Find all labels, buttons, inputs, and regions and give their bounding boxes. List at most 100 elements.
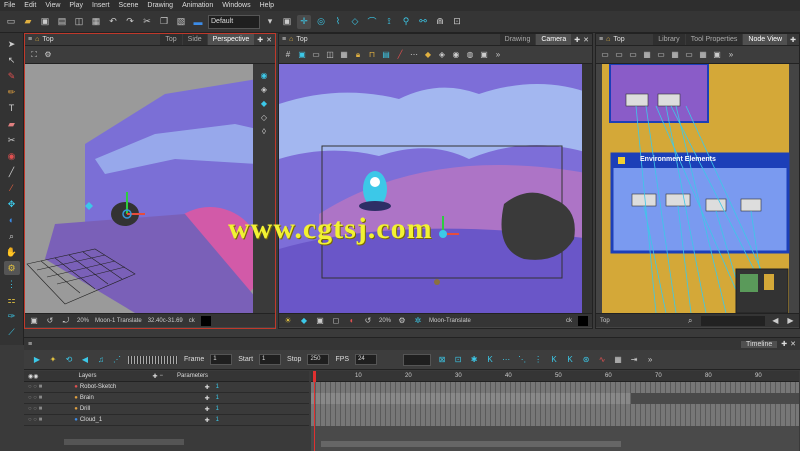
layer-name[interactable]: Cloud_1 bbox=[80, 417, 102, 423]
layer-param[interactable]: 1 bbox=[216, 395, 219, 401]
breadcrumb-top[interactable]: Top bbox=[600, 318, 610, 324]
menu-animation[interactable]: Animation bbox=[182, 2, 213, 9]
arrange-icon[interactable]: ⛶ bbox=[29, 50, 39, 60]
frame-track[interactable] bbox=[311, 404, 799, 415]
motion-icon[interactable]: ⋱ bbox=[517, 355, 527, 365]
visibility-toggle-icon[interactable]: ◉◉ bbox=[28, 373, 38, 380]
key-prev-icon[interactable]: K bbox=[549, 355, 559, 365]
start-field[interactable]: 1 bbox=[259, 354, 282, 365]
grid-icon[interactable]: # bbox=[283, 50, 293, 60]
layer-name[interactable]: Robot-Sketch bbox=[80, 384, 116, 390]
tab-library[interactable]: Library bbox=[653, 34, 685, 45]
zoom-level[interactable]: 20% bbox=[77, 318, 89, 324]
camera-tool-icon[interactable]: ⚏ bbox=[4, 293, 20, 307]
node-tool-2-icon[interactable]: ▭ bbox=[614, 50, 624, 60]
paint-tool-icon[interactable]: ◉ bbox=[4, 149, 20, 163]
stop-motion-icon[interactable]: ⋮ bbox=[533, 355, 543, 365]
add-panel-icon[interactable]: ✚ bbox=[574, 36, 580, 44]
stroke-tool-icon[interactable]: ╱ bbox=[4, 165, 20, 179]
add-panel-icon[interactable]: ✚ bbox=[781, 340, 787, 348]
select-tool-icon[interactable]: ➤ bbox=[4, 37, 20, 51]
layer-row[interactable]: ○ ○ ■ ● Cloud_1 ✚ 1 bbox=[24, 415, 309, 426]
brush-tool-icon[interactable]: ✎ bbox=[4, 69, 20, 83]
node-tool-9-icon[interactable]: ▣ bbox=[712, 50, 722, 60]
morph-tool-icon[interactable]: ✥ bbox=[4, 197, 20, 211]
node-tool-4-icon[interactable]: ▦ bbox=[642, 50, 652, 60]
frame-track[interactable] bbox=[311, 382, 799, 393]
magnet-icon[interactable]: ⋒ bbox=[433, 15, 447, 29]
redo-icon[interactable]: ↷ bbox=[123, 15, 137, 29]
gear-icon[interactable]: ⚙ bbox=[397, 316, 407, 326]
close-panel-icon[interactable]: ✕ bbox=[790, 340, 796, 348]
deform-icon[interactable]: ◇ bbox=[348, 15, 362, 29]
frames-area[interactable]: 10 20 30 40 50 60 70 80 90 bbox=[311, 371, 799, 451]
ease-icon[interactable]: ⋯ bbox=[501, 355, 511, 365]
frame-icon[interactable]: ▣ bbox=[315, 316, 325, 326]
more-icon[interactable]: » bbox=[645, 355, 655, 365]
add-param-icon[interactable]: ✚ bbox=[205, 384, 210, 391]
transform-icon[interactable]: ✛ bbox=[297, 14, 311, 29]
tab-drawing[interactable]: Drawing bbox=[499, 34, 536, 45]
more-icon[interactable]: » bbox=[493, 50, 503, 60]
remove-layer-icon[interactable]: − bbox=[160, 373, 164, 379]
node-viewport[interactable]: Environment Elements bbox=[596, 64, 799, 313]
stack-icon[interactable]: ◆ bbox=[259, 98, 269, 108]
stop-sound-icon[interactable]: ◀ bbox=[80, 355, 90, 365]
zoom-in-icon[interactable]: ▶ bbox=[786, 316, 795, 326]
onion-icon[interactable]: ◆ bbox=[299, 316, 309, 326]
menu-edit[interactable]: Edit bbox=[24, 2, 36, 9]
extend-icon[interactable]: ⇥ bbox=[629, 355, 639, 365]
shading-alt-icon[interactable]: ◍ bbox=[465, 50, 475, 60]
preset-dropdown-icon[interactable]: ▾ bbox=[263, 15, 277, 29]
eyedropper-tool-icon[interactable]: ⟋ bbox=[4, 325, 20, 339]
camera-scrollbar[interactable] bbox=[582, 64, 592, 313]
layer-toggles-icon[interactable]: ○ ○ ■ bbox=[28, 384, 42, 390]
stack-alt-icon[interactable]: ◇ bbox=[259, 112, 269, 122]
tab-side[interactable]: Side bbox=[182, 34, 207, 45]
camera-viewport[interactable] bbox=[279, 64, 592, 313]
dropper-tool-icon[interactable]: ⁄ bbox=[4, 181, 20, 195]
text-tool-icon[interactable]: T bbox=[4, 101, 20, 115]
render-alt-icon[interactable]: ◈ bbox=[437, 50, 447, 60]
cut-icon[interactable]: ✂ bbox=[140, 15, 154, 29]
layer-param[interactable]: 1 bbox=[216, 384, 219, 390]
panel-menu-icon[interactable]: ≡ bbox=[28, 341, 32, 348]
home-icon[interactable]: ⌂ bbox=[35, 36, 39, 43]
kinematic-icon[interactable]: ⚯ bbox=[416, 15, 430, 29]
scene-icon[interactable]: ▬ bbox=[191, 15, 205, 29]
tab-tool-properties[interactable]: Tool Properties bbox=[685, 34, 743, 45]
timeline-title[interactable]: Timeline bbox=[741, 340, 778, 348]
playback-speed-slider[interactable] bbox=[128, 355, 178, 364]
dots-icon[interactable]: ⋯ bbox=[409, 50, 419, 60]
preset-save-icon[interactable]: ▣ bbox=[280, 15, 294, 29]
menu-play[interactable]: Play bbox=[69, 2, 83, 9]
node-tool-3-icon[interactable]: ▭ bbox=[628, 50, 638, 60]
paste-icon[interactable]: ▧ bbox=[174, 15, 188, 29]
zoom-level[interactable]: 20% bbox=[379, 318, 391, 324]
lock-alt-icon[interactable]: ⊓ bbox=[367, 50, 377, 60]
light-bulb-icon[interactable]: ☀ bbox=[283, 316, 293, 326]
keyframe-remove-icon[interactable]: ⊡ bbox=[453, 355, 463, 365]
contour-tool-icon[interactable]: ↖ bbox=[4, 53, 20, 67]
menu-scene[interactable]: Scene bbox=[119, 2, 139, 9]
menu-windows[interactable]: Windows bbox=[222, 2, 250, 9]
save-as-icon[interactable]: ▤ bbox=[55, 15, 69, 29]
stop-field[interactable]: 250 bbox=[307, 354, 330, 365]
reset-view-icon[interactable]: ↺ bbox=[45, 316, 55, 326]
speed-icon[interactable]: ⋰ bbox=[112, 355, 122, 365]
curve-icon[interactable]: ⌒ bbox=[365, 15, 379, 29]
color-swatch[interactable] bbox=[200, 315, 211, 326]
copy-icon[interactable]: ❐ bbox=[157, 15, 171, 29]
import-icon[interactable]: ◫ bbox=[72, 15, 86, 29]
node-tool-7-icon[interactable]: ▭ bbox=[684, 50, 694, 60]
save-icon[interactable]: ▣ bbox=[38, 15, 52, 29]
motion-path-icon[interactable]: ⌇ bbox=[331, 15, 345, 29]
reset-rotate-icon[interactable]: ⤾ bbox=[61, 316, 71, 326]
menu-insert[interactable]: Insert bbox=[92, 2, 110, 9]
key-next-icon[interactable]: K bbox=[565, 355, 575, 365]
node-search-input[interactable] bbox=[700, 315, 765, 326]
panel-menu-icon[interactable]: ≡ bbox=[282, 36, 286, 43]
panel-menu-icon[interactable]: ≡ bbox=[28, 36, 32, 43]
layer-toggles-icon[interactable]: ○ ○ ■ bbox=[28, 395, 42, 401]
layer-row[interactable]: ○ ○ ■ ● Brain ✚ 1 bbox=[24, 393, 309, 404]
